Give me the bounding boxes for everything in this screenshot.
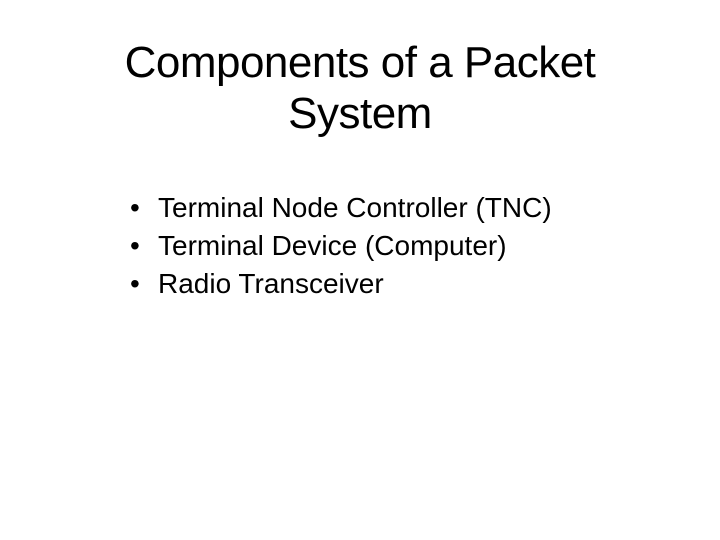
slide-container: Components of a Packet System Terminal N… bbox=[0, 0, 720, 540]
slide-title: Components of a Packet System bbox=[60, 38, 660, 139]
list-item: Radio Transceiver bbox=[130, 265, 660, 303]
list-item: Terminal Device (Computer) bbox=[130, 227, 660, 265]
list-item: Terminal Node Controller (TNC) bbox=[130, 189, 660, 227]
bullet-list: Terminal Node Controller (TNC) Terminal … bbox=[60, 189, 660, 302]
